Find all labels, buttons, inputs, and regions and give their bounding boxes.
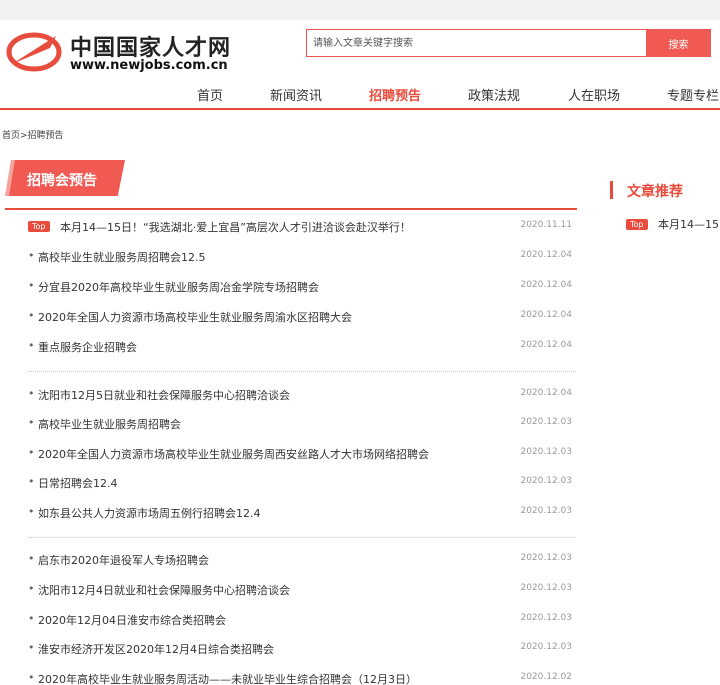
nav-item-recruitment[interactable]: 招聘预告 <box>369 85 421 104</box>
list-item-date: 2020.12.03 <box>520 506 572 516</box>
sidebar-title: 文章推荐 <box>610 181 683 200</box>
bullet-icon: • <box>28 279 35 292</box>
list-item-date: 2020.12.04 <box>520 388 572 398</box>
list-item-date: 2020.12.04 <box>520 280 572 290</box>
sidebar-list-item[interactable]: Top 本月14—15 <box>626 216 720 232</box>
list-item-title[interactable]: 2020年全国人力资源市场高校毕业生就业服务周渝水区招聘大会 <box>38 309 352 325</box>
list-item-title[interactable]: 本月14—15日！“我选湖北·爱上宜昌”高层次人才引进洽谈会赴汉举行！ <box>60 219 411 235</box>
list-item-title[interactable]: 2020年全国人力资源市场高校毕业生就业服务周西安丝路人才大市场网络招聘会 <box>38 446 429 462</box>
bullet-icon: • <box>28 446 35 459</box>
list-item[interactable]: • 启东市2020年退役军人专场招聘会 2020.12.03 <box>28 544 576 574</box>
list-item-title[interactable]: 2020年高校毕业生就业服务周活动——未就业毕业生综合招聘会（12月3日） <box>38 671 417 685</box>
list-item-title[interactable]: 高校毕业生就业服务周招聘会12.5 <box>38 249 206 265</box>
list-item-title[interactable]: 沈阳市12月5日就业和社会保障服务中心招聘洽谈会 <box>38 387 290 403</box>
list-item[interactable]: • 沈阳市12月5日就业和社会保障服务中心招聘洽谈会 2020.12.04 <box>28 379 576 409</box>
top-badge: Top <box>28 221 50 232</box>
site-logo[interactable]: 中国国家人才网 www.newjobs.com.cn <box>6 26 236 78</box>
bullet-icon: • <box>28 249 35 262</box>
nav-item-home[interactable]: 首页 <box>197 85 223 104</box>
list-item[interactable]: • 2020年12月04日淮安市综合类招聘会 2020.12.03 <box>28 604 576 634</box>
bullet-icon: • <box>28 309 35 322</box>
search-bar: 搜索 <box>306 29 711 57</box>
nav-item-topics[interactable]: 专题专栏 <box>667 85 719 104</box>
bullet-icon: • <box>28 339 35 352</box>
list-item-title[interactable]: 分宜县2020年高校毕业生就业服务周冶金学院专场招聘会 <box>38 279 319 295</box>
nav-item-news[interactable]: 新闻资讯 <box>270 85 322 104</box>
list-item[interactable]: Top 本月14—15日！“我选湖北·爱上宜昌”高层次人才引进洽谈会赴汉举行！ … <box>28 211 576 241</box>
list-item-date: 2020.12.02 <box>520 672 572 682</box>
list-item[interactable]: • 日常招聘会12.4 2020.12.03 <box>28 467 576 497</box>
list-item-date: 2020.12.03 <box>520 417 572 427</box>
list-item-date: 2020.12.03 <box>520 476 572 486</box>
list-item-title[interactable]: 启东市2020年退役军人专场招聘会 <box>38 552 209 568</box>
search-button[interactable]: 搜索 <box>646 29 711 57</box>
list-item-date: 2020.12.03 <box>520 583 572 593</box>
list-item-date: 2020.12.04 <box>520 340 572 350</box>
list-item[interactable]: • 淮安市经济开发区2020年12月4日综合类招聘会 2020.12.03 <box>28 633 576 663</box>
bullet-icon: • <box>28 416 35 429</box>
group-divider <box>28 537 576 538</box>
list-item-title[interactable]: 日常招聘会12.4 <box>38 475 118 491</box>
list-item-date: 2020.12.04 <box>520 250 572 260</box>
list-item[interactable]: • 高校毕业生就业服务周招聘会 2020.12.03 <box>28 408 576 438</box>
bullet-icon: • <box>28 582 35 595</box>
section-header-tab: 招聘会预告 <box>5 160 125 196</box>
list-item[interactable]: • 沈阳市12月4日就业和社会保障服务中心招聘洽谈会 2020.12.03 <box>28 574 576 604</box>
logo-emblem-icon <box>6 32 62 72</box>
list-item[interactable]: • 如东县公共人力资源市场周五例行招聘会12.4 2020.12.03 <box>28 497 576 527</box>
breadcrumb[interactable]: 首页>招聘预告 <box>2 128 64 141</box>
nav-item-policy[interactable]: 政策法规 <box>468 85 520 104</box>
list-item[interactable]: • 2020年全国人力资源市场高校毕业生就业服务周西安丝路人才大市场网络招聘会 … <box>28 438 576 468</box>
list-item[interactable]: • 重点服务企业招聘会 2020.12.04 <box>28 331 576 361</box>
section-title: 招聘会预告 <box>27 173 97 189</box>
list-item-date: 2020.12.03 <box>520 613 572 623</box>
search-input[interactable] <box>306 29 646 57</box>
top-strip <box>0 0 720 20</box>
bullet-icon: • <box>28 671 35 684</box>
list-item-title[interactable]: 沈阳市12月4日就业和社会保障服务中心招聘洽谈会 <box>38 582 290 598</box>
nav-item-workplace[interactable]: 人在职场 <box>568 85 620 104</box>
bullet-icon: • <box>28 505 35 518</box>
list-item[interactable]: • 分宜县2020年高校毕业生就业服务周冶金学院专场招聘会 2020.12.04 <box>28 271 576 301</box>
sidebar-item-title[interactable]: 本月14—15 <box>658 216 719 232</box>
list-item-title[interactable]: 如东县公共人力资源市场周五例行招聘会12.4 <box>38 505 261 521</box>
logo-domain-text: www.newjobs.com.cn <box>70 58 228 73</box>
list-item-date: 2020.12.04 <box>520 310 572 320</box>
list-item[interactable]: • 2020年全国人力资源市场高校毕业生就业服务周渝水区招聘大会 2020.12… <box>28 301 576 331</box>
bullet-icon: • <box>28 387 35 400</box>
bullet-icon: • <box>28 641 35 654</box>
list-item[interactable]: • 2020年高校毕业生就业服务周活动——未就业毕业生综合招聘会（12月3日） … <box>28 663 576 685</box>
bullet-icon: • <box>28 612 35 625</box>
list-item-date: 2020.11.11 <box>520 220 572 230</box>
site-header: 中国国家人才网 www.newjobs.com.cn 搜索 <box>0 20 720 82</box>
list-item-date: 2020.12.03 <box>520 447 572 457</box>
list-item-date: 2020.12.03 <box>520 553 572 563</box>
bullet-icon: • <box>28 552 35 565</box>
section-underline <box>5 208 577 210</box>
bullet-icon: • <box>28 475 35 488</box>
list-item-date: 2020.12.03 <box>520 642 572 652</box>
main-nav: 首页 新闻资讯 招聘预告 政策法规 人在职场 专题专栏 <box>0 82 720 110</box>
list-item-title[interactable]: 高校毕业生就业服务周招聘会 <box>38 416 181 432</box>
list-item[interactable]: • 高校毕业生就业服务周招聘会12.5 2020.12.04 <box>28 241 576 271</box>
list-item-title[interactable]: 重点服务企业招聘会 <box>38 339 137 355</box>
list-item-title[interactable]: 2020年12月04日淮安市综合类招聘会 <box>38 612 226 628</box>
top-badge: Top <box>626 219 648 230</box>
list-item-title[interactable]: 淮安市经济开发区2020年12月4日综合类招聘会 <box>38 641 274 657</box>
group-divider <box>28 371 576 372</box>
